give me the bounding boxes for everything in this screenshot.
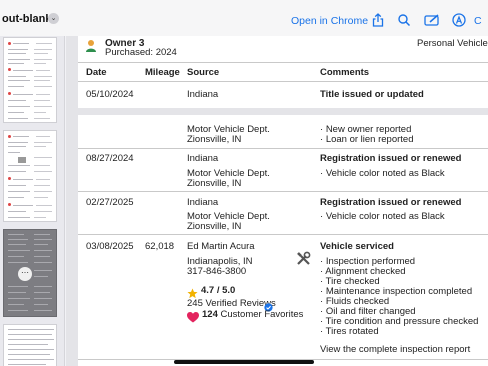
- record-date: 03/08/2025: [86, 241, 134, 252]
- record-comment-title: Title issued or updated: [320, 89, 424, 100]
- owner-purchased: Purchased: 2024: [105, 47, 177, 58]
- dealer-reviews[interactable]: 245 Verified Reviews: [187, 299, 276, 309]
- record-source: Ed Martin Acura: [187, 241, 255, 252]
- star-icon: [187, 286, 198, 299]
- record-comment-title: Registration issued or renewed: [320, 153, 462, 164]
- column-header-comments: Comments: [320, 67, 370, 78]
- person-icon: [85, 39, 97, 53]
- record-comment-title: Registration issued or renewed: [320, 197, 462, 208]
- record-date: 05/10/2024: [86, 89, 134, 100]
- record-comment: · Loan or lien reported: [320, 134, 414, 145]
- record-source-line: Zionsville, IN: [187, 221, 242, 232]
- column-header-mileage: Mileage: [145, 67, 180, 78]
- page-thumbnail[interactable]: [3, 130, 57, 222]
- record-source-line: Zionsville, IN: [187, 178, 242, 189]
- record-comment: · Vehicle color noted as Black: [320, 168, 445, 179]
- home-indicator: [174, 360, 314, 364]
- share-icon[interactable]: [371, 13, 385, 27]
- accessibility-icon[interactable]: [452, 13, 466, 27]
- customer-favorites: 124 Customer Favorites: [202, 309, 304, 320]
- document-page: Motor Vehicle Dept. Zionsville, IN · New…: [78, 115, 488, 366]
- record-date: 08/27/2024: [86, 153, 134, 164]
- record-comment: · Tires rotated: [320, 326, 379, 337]
- document-page: Owner 3 Purchased: 2024 Personal Vehicle…: [78, 36, 488, 108]
- record-source: Indiana: [187, 153, 219, 164]
- column-header-date: Date: [86, 67, 107, 78]
- record-mileage: 62,018: [145, 241, 175, 252]
- page-thumbnail[interactable]: [3, 324, 57, 366]
- record-comment: · Vehicle color noted as Black: [320, 211, 445, 222]
- search-icon[interactable]: [397, 13, 411, 27]
- toolbar-cut-label[interactable]: C: [474, 15, 482, 27]
- page-thumbnail-sidebar: ⋯: [0, 36, 65, 366]
- open-in-chrome-button[interactable]: Open in Chrome: [291, 15, 368, 27]
- document-title[interactable]: out-blank: [2, 13, 52, 25]
- markup-icon[interactable]: [424, 13, 439, 27]
- record-source-line: Zionsville, IN: [187, 134, 242, 145]
- inspection-report-link[interactable]: View the complete inspection report: [320, 345, 470, 355]
- more-icon[interactable]: ⋯: [18, 267, 32, 281]
- record-source: Indiana: [187, 89, 219, 100]
- dealer-rating: 4.7 / 5.0: [201, 285, 236, 296]
- tools-icon: [296, 251, 311, 266]
- record-source: Indiana: [187, 197, 219, 208]
- column-header-source: Source: [187, 67, 220, 78]
- chevron-down-icon[interactable]: ⌄: [48, 13, 59, 24]
- page-thumbnail-selected[interactable]: ⋯: [3, 229, 57, 317]
- record-date: 02/27/2025: [86, 197, 134, 208]
- record-phone[interactable]: 317-846-3800: [187, 267, 246, 277]
- document-viewer[interactable]: Owner 3 Purchased: 2024 Personal Vehicle…: [66, 36, 488, 366]
- page-thumbnail[interactable]: [3, 37, 57, 123]
- verified-icon: [264, 299, 273, 312]
- heart-icon: [187, 310, 199, 323]
- record-comment-title: Vehicle serviced: [320, 241, 394, 252]
- owner-type: Personal Vehicle: [417, 38, 488, 49]
- top-toolbar: out-blank ⌄ Open in Chrome C: [0, 0, 488, 36]
